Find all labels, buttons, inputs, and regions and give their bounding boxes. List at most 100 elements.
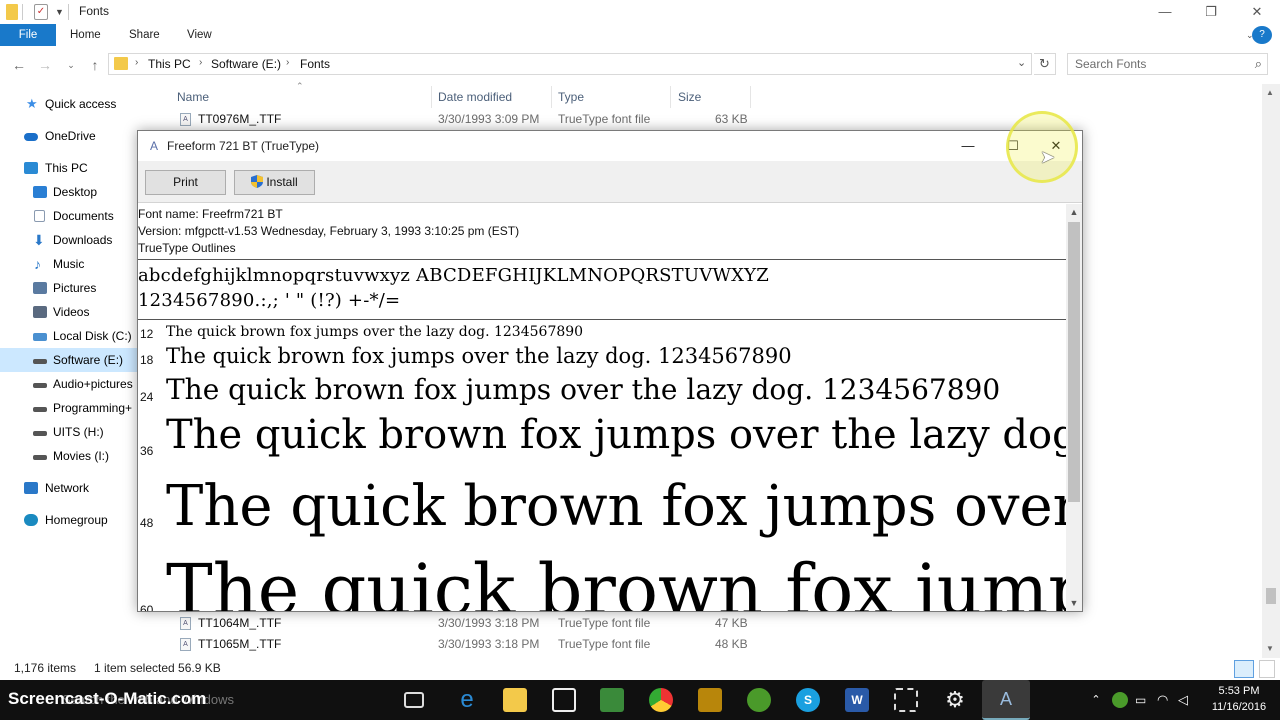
scroll-down-icon[interactable]: ▼ [1066, 595, 1082, 611]
forward-icon[interactable]: → [36, 56, 54, 74]
quick-access-dropdown-icon[interactable]: ▼ [55, 4, 65, 20]
column-separator[interactable] [431, 86, 432, 108]
sample-text: The quick brown fox jumps over [166, 474, 1066, 539]
chevron-up-icon[interactable]: ⌃ [1088, 688, 1104, 712]
file-row[interactable]: A TT0976M_.TTF 3/30/1993 3:09 PM TrueTyp… [176, 109, 776, 130]
utorrent-icon[interactable] [747, 688, 771, 712]
window-title: Fonts [79, 4, 110, 18]
edge-icon[interactable]: e [455, 688, 479, 712]
column-separator[interactable] [551, 86, 552, 108]
minimize-icon[interactable]: — [1142, 0, 1188, 24]
nav-item-programming[interactable]: Programming+ [0, 396, 160, 420]
search-icon[interactable]: ⌕ [1255, 56, 1262, 72]
chevron-right-icon[interactable]: › [286, 57, 289, 68]
nav-label: Network [45, 481, 90, 495]
nav-item-uits-h[interactable]: UITS (H:) [0, 420, 160, 444]
file-explorer-icon[interactable] [503, 688, 527, 712]
column-separator[interactable] [750, 86, 751, 108]
scroll-down-icon[interactable]: ▼ [1266, 644, 1274, 653]
nav-item-music[interactable]: ♪ Music [0, 252, 160, 276]
nav-item-homegroup[interactable]: Homegroup [0, 508, 160, 532]
tab-share[interactable]: Share [117, 24, 172, 46]
settings-icon[interactable]: ⚙ [943, 688, 967, 712]
videos-icon [33, 306, 47, 318]
column-header-type[interactable]: Type [558, 90, 584, 104]
tab-file[interactable]: File [0, 24, 56, 46]
navigation-pane: ★ Quick access OneDrive This PC Desktop D… [0, 84, 160, 658]
large-icons-view-icon[interactable] [1259, 660, 1275, 678]
scrollbar-thumb[interactable] [1068, 222, 1080, 502]
chevron-right-icon[interactable]: › [199, 57, 202, 68]
nav-item-desktop[interactable]: Desktop [0, 180, 160, 204]
column-header-size[interactable]: Size [678, 90, 701, 104]
address-row: ← → ⌄ ↑ › This PC › Software (E:) › Font… [0, 46, 1280, 84]
column-header-name[interactable]: Name [177, 90, 209, 104]
refresh-icon[interactable]: ↻ [1034, 53, 1056, 75]
clock[interactable]: 5:53 PM 11/16/2016 [1206, 683, 1272, 715]
details-view-icon[interactable] [1234, 660, 1254, 678]
chrome-icon[interactable] [649, 688, 673, 712]
nav-item-software-e[interactable]: Software (E:) [0, 348, 160, 372]
wifi-icon[interactable]: ◠ [1157, 688, 1173, 712]
font-viewer-taskbar-icon[interactable]: A [982, 680, 1030, 720]
chevron-right-icon[interactable]: › [135, 57, 138, 68]
close-icon[interactable]: ✕ [1234, 0, 1280, 24]
print-button[interactable]: Print [145, 170, 226, 195]
properties-icon[interactable]: ✓ [34, 4, 48, 20]
nav-label: Movies (I:) [53, 449, 110, 463]
battery-icon[interactable]: ▭ [1135, 688, 1151, 712]
utorrent-tray-icon[interactable] [1112, 692, 1128, 708]
back-icon[interactable]: ← [10, 56, 28, 74]
ribbon-tabs: File Home Share View ⌄ ? [0, 24, 1280, 46]
tab-home[interactable]: Home [58, 24, 113, 46]
column-header-date[interactable]: Date modified [438, 90, 512, 104]
scroll-up-icon[interactable]: ▲ [1066, 204, 1082, 220]
recent-locations-icon[interactable]: ⌄ [62, 56, 80, 74]
snipping-tool-icon[interactable] [894, 688, 918, 712]
preview-scrollbar[interactable]: ▲ ▼ [1066, 204, 1082, 611]
font-preview: Font name: Freefrm721 BT Version: mfgpct… [138, 204, 1066, 611]
breadcrumb-software[interactable]: Software (E:) [211, 57, 281, 71]
nav-item-onedrive[interactable]: OneDrive [0, 124, 160, 148]
nav-item-this-pc[interactable]: This PC [0, 156, 160, 180]
up-icon[interactable]: ↑ [86, 56, 104, 74]
nav-item-quick-access[interactable]: ★ Quick access [0, 92, 160, 116]
notepad-plus-icon[interactable] [600, 688, 624, 712]
nav-item-audio-pictures[interactable]: Audio+pictures [0, 372, 160, 396]
font-version: Version: mfgpctt-v1.53 Wednesday, Februa… [138, 224, 520, 238]
help-icon[interactable]: ? [1252, 26, 1272, 44]
tab-view[interactable]: View [175, 24, 224, 46]
sublime-icon[interactable] [698, 688, 722, 712]
sample-size-label: 36 [140, 444, 154, 458]
scroll-up-icon[interactable]: ▲ [1266, 88, 1274, 97]
sample-text: The quick brown fox jumps over the lazy … [166, 344, 792, 368]
scrollbar-thumb[interactable] [1266, 588, 1276, 604]
nav-item-videos[interactable]: Videos [0, 300, 160, 324]
volume-icon[interactable]: ◁ [1178, 688, 1194, 712]
store-icon[interactable] [552, 688, 576, 712]
file-row[interactable]: A TT1065M_.TTF 3/30/1993 3:18 PM TrueTyp… [176, 634, 776, 655]
task-view-icon[interactable] [404, 692, 424, 708]
breadcrumb-this-pc[interactable]: This PC [148, 57, 191, 71]
breadcrumb-fonts[interactable]: Fonts [300, 57, 330, 71]
chevron-down-icon[interactable]: ⌄ [1017, 56, 1026, 69]
file-row[interactable]: A TT1064M_.TTF 3/30/1993 3:18 PM TrueTyp… [176, 613, 776, 634]
minimize-icon[interactable]: — [953, 135, 983, 157]
status-bar: 1,176 items 1 item selected 56.9 KB [0, 658, 1280, 680]
nav-item-network[interactable]: Network [0, 476, 160, 500]
nav-item-movies-i[interactable]: Movies (I:) [0, 444, 160, 468]
nav-item-documents[interactable]: Documents [0, 204, 160, 228]
drive-icon [33, 431, 47, 436]
restore-icon[interactable]: ❐ [1188, 0, 1234, 24]
file-list-scrollbar[interactable]: ▲ ▼ [1262, 84, 1280, 658]
nav-item-pictures[interactable]: Pictures [0, 276, 160, 300]
word-icon[interactable]: W [845, 688, 869, 712]
nav-item-local-disk-c[interactable]: Local Disk (C:) [0, 324, 160, 348]
charset-letters: abcdefghijklmnopqrstuvwxyz ABCDEFGHIJKLM… [138, 265, 769, 286]
skype-icon[interactable]: S [796, 688, 820, 712]
column-separator[interactable] [670, 86, 671, 108]
search-input[interactable]: Search Fonts ⌕ [1067, 53, 1268, 75]
address-bar[interactable]: › This PC › Software (E:) › Fonts ⌄ [108, 53, 1032, 75]
install-button[interactable]: Install [234, 170, 315, 195]
nav-item-downloads[interactable]: ⬇ Downloads [0, 228, 160, 252]
